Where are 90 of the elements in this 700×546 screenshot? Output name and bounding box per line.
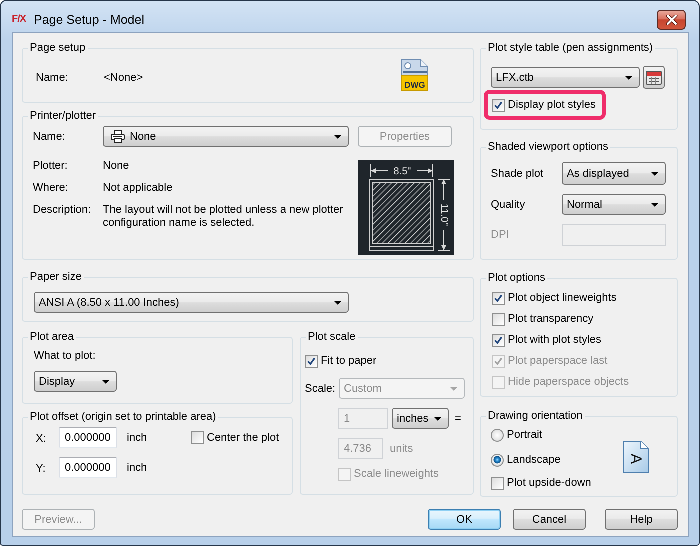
field-label: Where: bbox=[33, 182, 70, 195]
field-label: Quality bbox=[491, 198, 526, 210]
checkbox[interactable] bbox=[491, 476, 504, 490]
section-title: Plot scale bbox=[307, 330, 357, 344]
dropdown-arrow-icon bbox=[625, 76, 633, 80]
checkmark-icon bbox=[494, 294, 503, 302]
radio-label: Landscape bbox=[507, 454, 561, 466]
checkbox[interactable] bbox=[191, 431, 204, 444]
dropdown-arrow-icon bbox=[334, 134, 342, 138]
section-title: Plot offset (origin set to printable area) bbox=[29, 410, 218, 424]
field-label: Description: bbox=[33, 204, 92, 218]
checkmark-icon bbox=[494, 100, 503, 110]
section-title: Printer/plotter bbox=[29, 109, 98, 123]
dialog-button[interactable]: Help bbox=[605, 509, 678, 530]
checkmark-icon bbox=[307, 356, 316, 366]
section-title: Drawing orientation bbox=[487, 409, 584, 423]
section-title: Paper size bbox=[29, 270, 83, 284]
field-value: The layout will not be plotted unless a new plotter configuration name is selected. bbox=[103, 204, 344, 230]
shading-dropdown[interactable]: Normal bbox=[562, 194, 666, 215]
paper-size-dropdown[interactable]: ANSI A (8.50 x 11.00 Inches) bbox=[34, 292, 349, 313]
field-value: None bbox=[103, 160, 130, 173]
checkbox-label: Scale lineweights bbox=[354, 468, 439, 480]
checkbox[interactable] bbox=[492, 98, 505, 112]
height-dimension-label: 11.0" bbox=[438, 204, 450, 226]
paper-sheet-drawing bbox=[369, 179, 434, 251]
dropdown-arrow-icon bbox=[334, 300, 342, 304]
section-title: Page setup bbox=[29, 41, 87, 55]
offset-field[interactable]: 0.000000 bbox=[59, 457, 117, 478]
checkbox-label: Center the plot bbox=[207, 432, 280, 444]
radio-button[interactable] bbox=[491, 428, 504, 442]
checkbox-label: Plot upside-down bbox=[507, 477, 592, 489]
plot-area-dropdown[interactable]: Display bbox=[34, 371, 117, 392]
dialog-button[interactable]: OK bbox=[428, 509, 501, 530]
edit-plot-style-button[interactable] bbox=[643, 66, 665, 89]
checkbox[interactable] bbox=[305, 354, 318, 368]
plot-style-dropdown[interactable]: LFX.ctb bbox=[491, 67, 640, 88]
width-dimension-arrow bbox=[370, 164, 434, 178]
checkbox-label: Plot transparency bbox=[508, 313, 594, 325]
close-button[interactable] bbox=[657, 10, 686, 30]
dropdown-arrow-icon bbox=[102, 380, 110, 384]
checkbox[interactable] bbox=[492, 292, 505, 304]
equals-sign: = bbox=[455, 412, 462, 424]
field-label: Scale: bbox=[305, 382, 337, 394]
field-label: DPI bbox=[491, 229, 510, 241]
checkbox-label: Plot paperspace last bbox=[508, 355, 608, 367]
dialog-button[interactable]: Cancel bbox=[513, 509, 586, 530]
height-dimension-arrow bbox=[438, 179, 450, 251]
checkbox-label: Plot with plot styles bbox=[508, 334, 602, 346]
width-dimension-label: 8.5" bbox=[394, 166, 412, 178]
printer-dropdown[interactable]: None bbox=[103, 126, 349, 147]
unit-label: inch bbox=[126, 462, 148, 474]
checkmark-icon bbox=[494, 356, 503, 366]
checkmark-icon bbox=[494, 336, 503, 344]
unit-label: inch bbox=[126, 432, 148, 444]
window-title: Page Setup - Model bbox=[34, 12, 144, 29]
field-label: What to plot: bbox=[34, 349, 97, 363]
field-label: Plotter: bbox=[33, 160, 69, 173]
dropdown-arrow-icon bbox=[450, 386, 458, 390]
radio-button[interactable] bbox=[491, 454, 504, 466]
field-label: Shade plot bbox=[491, 168, 545, 180]
field-value: Not applicable bbox=[103, 182, 174, 195]
dropdown-arrow-icon bbox=[434, 416, 442, 420]
field-label: Y: bbox=[36, 462, 47, 474]
file-type-icon: DWG bbox=[400, 58, 430, 92]
section-title: Plot options bbox=[487, 271, 546, 285]
section-title: Shaded viewport options bbox=[487, 140, 610, 154]
checkbox[interactable] bbox=[492, 334, 505, 346]
unit-dropdown[interactable]: inches bbox=[392, 408, 449, 429]
shading-dropdown[interactable]: As displayed bbox=[562, 162, 666, 185]
field-label: Name: bbox=[36, 70, 70, 84]
checkbox-label: Hide paperspace objects bbox=[508, 376, 630, 388]
section-title: Plot style table (pen assignments) bbox=[487, 41, 654, 55]
section-title: Plot area bbox=[29, 330, 76, 344]
page-orientation-icon: A bbox=[623, 441, 649, 473]
app-logo: F/X bbox=[12, 13, 28, 27]
checkbox-label: Display plot styles bbox=[508, 99, 596, 111]
field-label: Name: bbox=[33, 130, 66, 142]
radio-label: Portrait bbox=[507, 429, 542, 441]
unit-label: units bbox=[390, 442, 414, 454]
dropdown-arrow-icon bbox=[651, 172, 659, 176]
printer-icon bbox=[111, 130, 125, 143]
offset-field[interactable]: 0.000000 bbox=[59, 427, 117, 448]
field-value: <None> bbox=[104, 70, 144, 84]
checkbox[interactable] bbox=[492, 312, 505, 326]
dropdown-arrow-icon bbox=[651, 202, 659, 206]
table-icon bbox=[646, 70, 662, 84]
close-icon bbox=[666, 15, 678, 25]
checkbox-label: Fit to paper bbox=[321, 355, 377, 367]
checkbox-label: Plot object lineweights bbox=[508, 292, 617, 304]
field-label: X: bbox=[36, 432, 48, 444]
